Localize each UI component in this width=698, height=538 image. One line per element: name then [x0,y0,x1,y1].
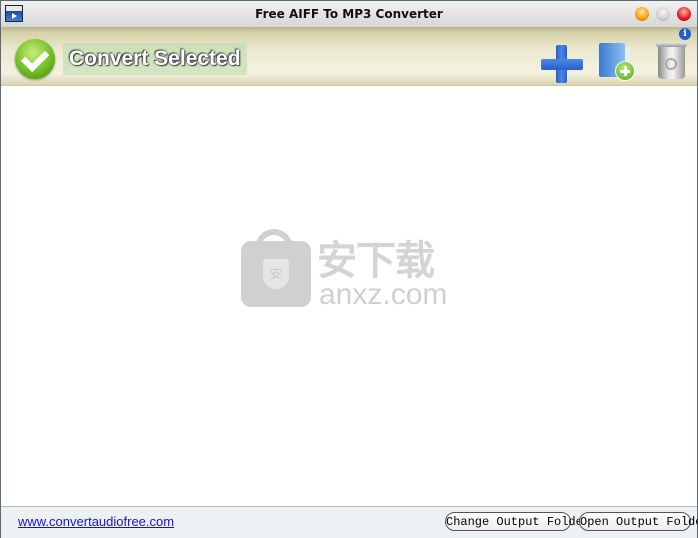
window-title: Free AIFF To MP3 Converter [255,7,443,21]
plus-badge-icon [615,61,635,81]
watermark-chinese-text: 安下载 [317,238,435,284]
title-bar[interactable]: Free AIFF To MP3 Converter [1,1,697,28]
add-plus-icon[interactable] [541,45,583,83]
change-output-folder-button[interactable]: Change Output Folder [445,512,590,531]
close-button[interactable] [677,7,691,21]
add-file-icon[interactable] [599,43,635,81]
convert-selected-label: Convert Selected [63,43,247,75]
shield-icon: 安 [263,259,289,289]
open-output-folder-button[interactable]: Open Output Folder [579,512,698,531]
recycle-symbol-icon [665,58,677,70]
maximize-button[interactable] [656,7,670,21]
status-bar: www.convertaudiofree.com Change Output F… [1,506,698,538]
convert-selected-button[interactable]: Convert Selected [15,39,247,79]
checkmark-icon [15,39,55,79]
toolbar: i Convert Selected [1,27,697,86]
watermark-domain-text: anxz.com [319,278,448,311]
app-window: Free AIFF To MP3 Converter i Convert Sel… [0,0,698,538]
recycle-bin-icon[interactable] [656,42,687,80]
watermark: 安 安下载 anxz.com [241,229,457,311]
info-icon[interactable]: i [679,28,691,40]
website-link[interactable]: www.convertaudiofree.com [18,514,174,529]
minimize-button[interactable] [635,7,649,21]
